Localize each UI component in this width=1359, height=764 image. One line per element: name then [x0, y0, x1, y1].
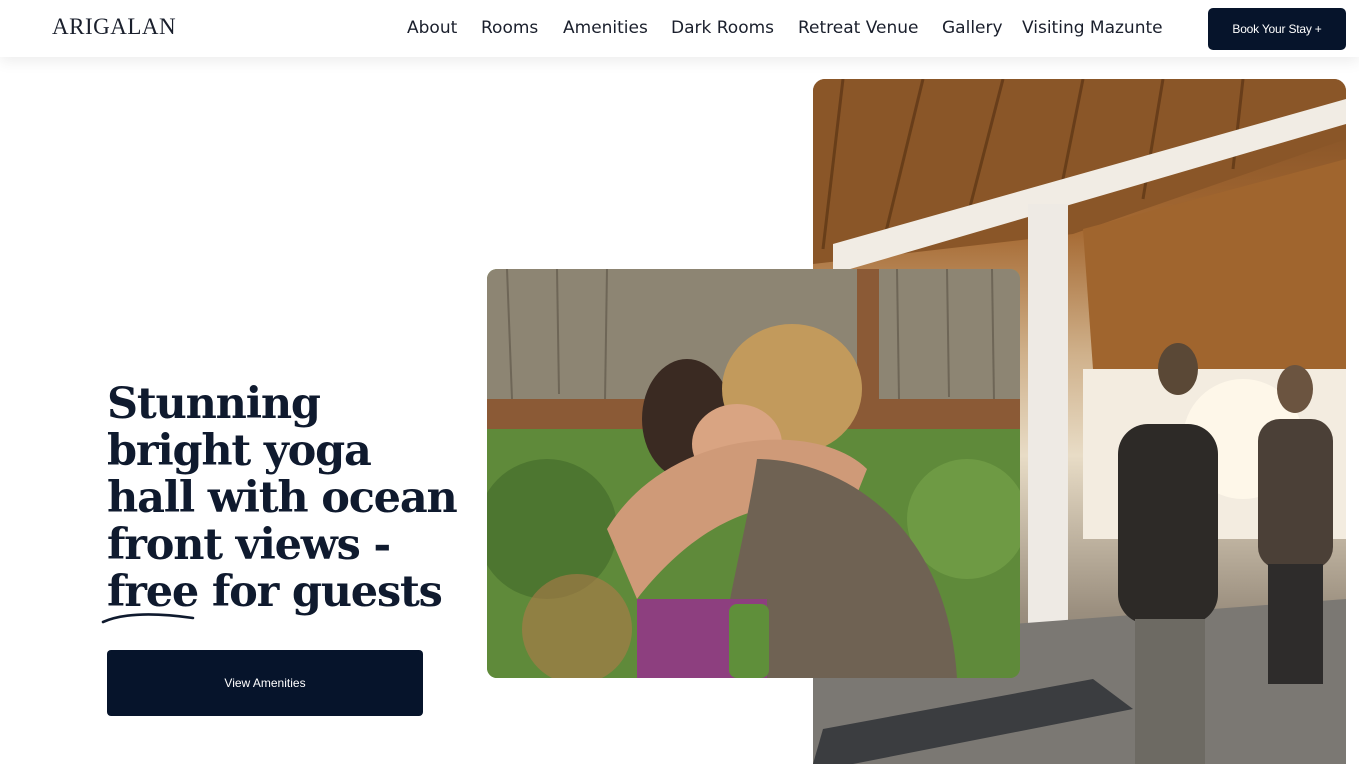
nav-amenities[interactable]: Amenities: [563, 18, 648, 38]
book-your-stay-button[interactable]: Book Your Stay +: [1208, 8, 1346, 50]
nav-about[interactable]: About: [407, 18, 457, 38]
hero-underlined-word: free: [101, 569, 199, 624]
nav-rooms[interactable]: Rooms: [481, 18, 538, 38]
hero-title-line: hall with ocean: [107, 473, 458, 523]
nav-gallery[interactable]: Gallery: [942, 18, 1003, 38]
hand-drawn-underline-icon: [101, 613, 195, 624]
hero-title-last-line: free for guests: [101, 567, 467, 624]
nav-dark-rooms[interactable]: Dark Rooms: [671, 18, 774, 38]
hero-title-line: front views -: [107, 520, 391, 570]
view-amenities-button[interactable]: View Amenities: [107, 650, 423, 716]
nav-visiting-mazunte[interactable]: Visiting Mazunte: [1022, 18, 1163, 38]
hug-photo: [487, 269, 1020, 678]
site-logo[interactable]: ARIGALAN: [52, 14, 176, 40]
site-header: ARIGALAN About Rooms Amenities Dark Room…: [0, 0, 1359, 57]
nav-retreat-venue[interactable]: Retreat Venue: [798, 18, 919, 38]
hero-title-tail: for guests: [198, 567, 443, 617]
hero-title-line: bright yoga: [107, 426, 372, 476]
hero-title-line: Stunning: [107, 379, 321, 429]
hero-title: Stunning bright yoga hall with ocean fro…: [101, 379, 467, 624]
